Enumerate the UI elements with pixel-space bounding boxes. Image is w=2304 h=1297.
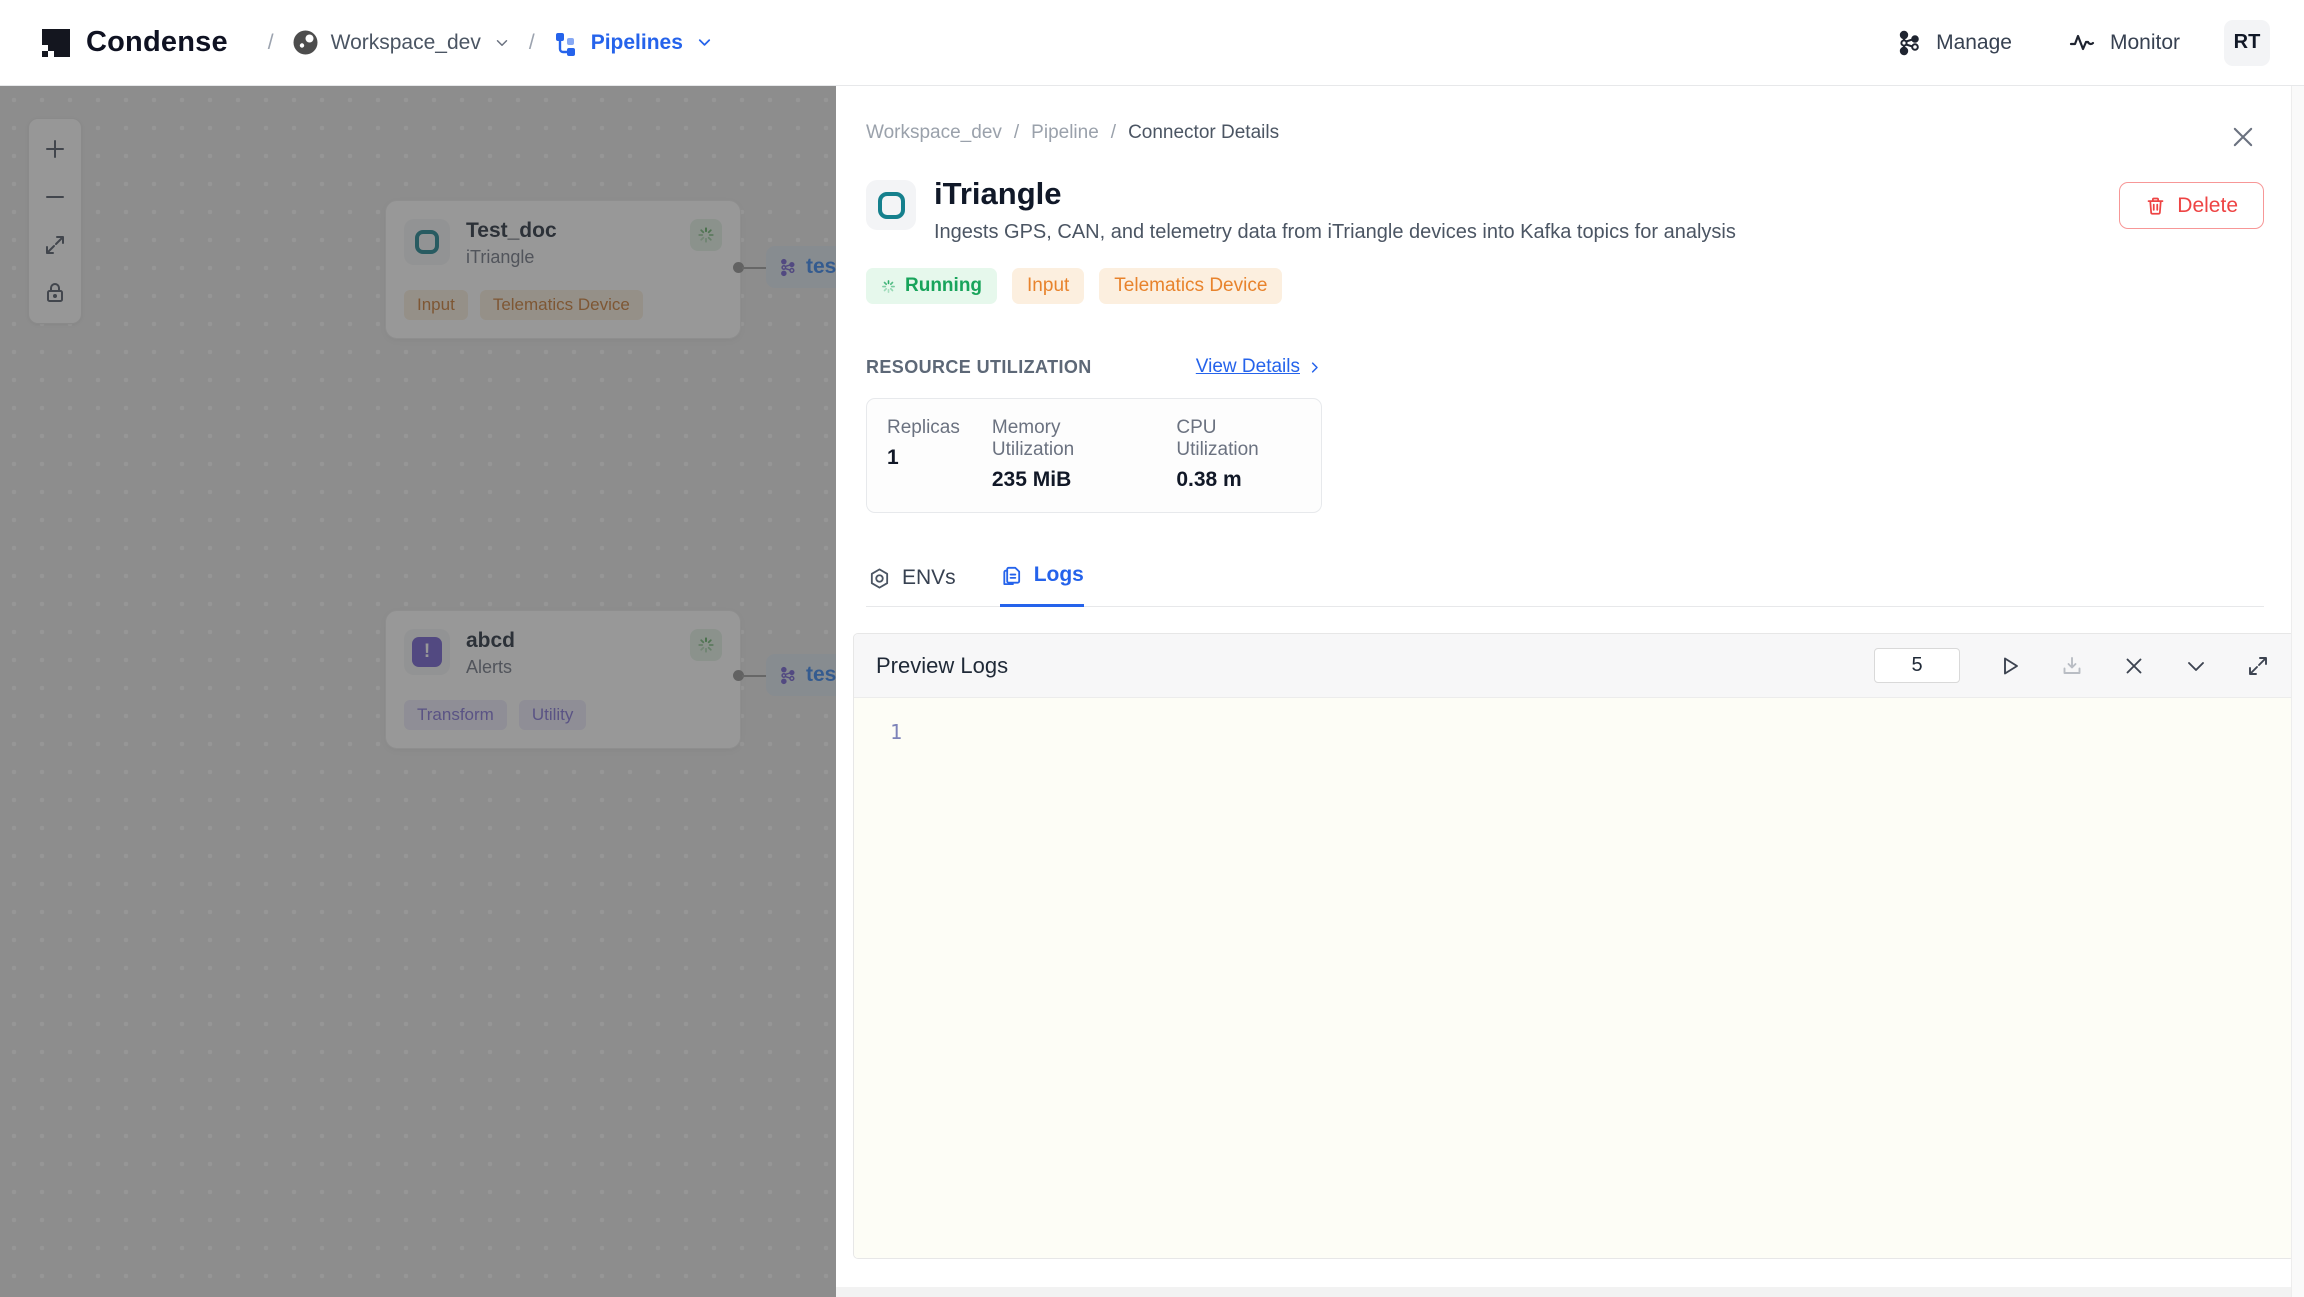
- preview-logs-title: Preview Logs: [876, 652, 1009, 678]
- log-lines-input[interactable]: [1874, 648, 1960, 683]
- connector-type-icon: [866, 180, 916, 230]
- envs-hex-icon: [870, 567, 889, 589]
- breadcrumb-separator: /: [267, 30, 274, 54]
- breadcrumb-workspace[interactable]: Workspace_dev: [866, 122, 1002, 144]
- manage-label: Manage: [1936, 30, 2012, 54]
- breadcrumb-separator: /: [1013, 122, 1020, 143]
- view-details-link[interactable]: View Details: [1196, 356, 1322, 378]
- view-details-label: View Details: [1195, 356, 1300, 377]
- metric-replicas: Replicas 1: [887, 417, 960, 492]
- top-navigation-bar: Condense / Workspace_dev / Pipelines Man…: [0, 0, 2304, 86]
- chevron-down-icon: [496, 39, 508, 46]
- run-logs-button[interactable]: [1998, 654, 2022, 678]
- canvas-dim-overlay[interactable]: [0, 86, 836, 1297]
- panel-breadcrumb: Workspace_dev / Pipeline / Connector Det…: [866, 122, 2264, 144]
- preview-logs-card: Preview Logs 5 1: [853, 633, 2295, 1259]
- preview-logs-header: Preview Logs: [854, 634, 2294, 698]
- workspace-name: Workspace_dev: [330, 30, 481, 54]
- metric-value: 0.38 m: [1176, 468, 1242, 491]
- spinner-icon: [882, 279, 895, 293]
- category-badge: Telematics Device: [1099, 268, 1283, 304]
- workspace-globe-icon: [292, 29, 319, 56]
- breadcrumb-separator: /: [528, 30, 535, 54]
- resource-metrics-box: Replicas 1 Memory Utilization 235 MiB CP…: [866, 398, 1322, 513]
- resource-utilization-section: RESOURCE UTILIZATION View Details Replic…: [866, 356, 1322, 513]
- metric-label: CPU Utilization: [1176, 417, 1259, 460]
- download-icon: [2063, 656, 2081, 674]
- clear-logs-button[interactable]: [2122, 654, 2146, 678]
- metric-value: 1: [887, 446, 899, 469]
- running-label: Running: [905, 275, 983, 296]
- resource-heading: RESOURCE UTILIZATION: [866, 356, 1092, 377]
- chevron-down-icon: [698, 39, 711, 46]
- close-icon: [2126, 658, 2142, 673]
- pipelines-selector[interactable]: Pipelines: [553, 30, 714, 56]
- workspace-selector[interactable]: Workspace_dev: [292, 29, 511, 56]
- monitor-label: Monitor: [2109, 30, 2180, 54]
- metric-label: Replicas: [887, 417, 960, 438]
- expand-icon: [2249, 656, 2267, 675]
- log-output-area[interactable]: 1: [854, 698, 2294, 1258]
- detail-tabs: ENVs Logs: [866, 563, 2264, 607]
- play-icon: [2004, 657, 2018, 674]
- status-badges: Running Input Telematics Device: [866, 268, 2264, 304]
- chevron-down-icon: [2188, 661, 2204, 671]
- logs-doc-icon: [1003, 566, 1020, 585]
- breadcrumb-separator: /: [1110, 122, 1117, 143]
- tab-envs[interactable]: ENVs: [868, 566, 956, 607]
- metric-value: 235 MiB: [991, 468, 1072, 491]
- connector-details-panel: Workspace_dev / Pipeline / Connector Det…: [836, 86, 2304, 1297]
- log-line-number: 1: [890, 720, 903, 744]
- panel-horizontal-scrollbar[interactable]: [836, 1287, 2291, 1297]
- connector-description: Ingests GPS, CAN, and telemetry data fro…: [934, 221, 1736, 243]
- delete-label: Delete: [2177, 193, 2238, 217]
- brand-name: Condense: [86, 26, 228, 58]
- nav-item-manage[interactable]: Manage: [1896, 30, 2012, 56]
- nav-item-monitor[interactable]: Monitor: [2068, 29, 2180, 57]
- close-panel-button[interactable]: [2226, 120, 2260, 154]
- download-logs-button[interactable]: [2060, 654, 2084, 678]
- pipelines-branch-icon: [553, 30, 579, 56]
- pipelines-label: Pipelines: [590, 30, 683, 54]
- category-badge: Input: [1012, 268, 1085, 304]
- app-root: Condense / Workspace_dev / Pipelines Man…: [0, 0, 2304, 1297]
- monitor-pulse-icon: [2068, 29, 2096, 57]
- status-badge-running: Running: [866, 268, 998, 304]
- breadcrumb-pipeline[interactable]: Pipeline: [1031, 122, 1099, 144]
- manage-cluster-icon: [1896, 30, 1922, 56]
- panel-vertical-scrollbar[interactable]: [2291, 86, 2304, 1297]
- brand-logo[interactable]: Condense: [40, 26, 228, 59]
- chevron-right-icon: [1311, 361, 1318, 373]
- trash-icon: [2147, 197, 2164, 215]
- tab-logs-label: Logs: [1033, 563, 1084, 586]
- connector-title: iTriangle: [934, 176, 1062, 211]
- close-icon: [2233, 127, 2253, 147]
- tab-envs-label: ENVs: [902, 566, 956, 589]
- breadcrumb-current: Connector Details: [1128, 122, 1280, 143]
- delete-button[interactable]: Delete: [2119, 182, 2264, 229]
- expand-logs-button[interactable]: [2246, 654, 2270, 678]
- tab-logs[interactable]: Logs: [999, 563, 1084, 607]
- user-avatar[interactable]: RT: [2224, 19, 2270, 66]
- metric-memory: Memory Utilization 235 MiB: [992, 417, 1144, 492]
- metric-cpu: CPU Utilization 0.38 m: [1176, 417, 1301, 492]
- logs-toolbar: [1874, 648, 2270, 683]
- metric-label: Memory Utilization: [991, 417, 1075, 460]
- condense-logo-icon: [40, 27, 72, 59]
- collapse-logs-button[interactable]: [2184, 654, 2208, 678]
